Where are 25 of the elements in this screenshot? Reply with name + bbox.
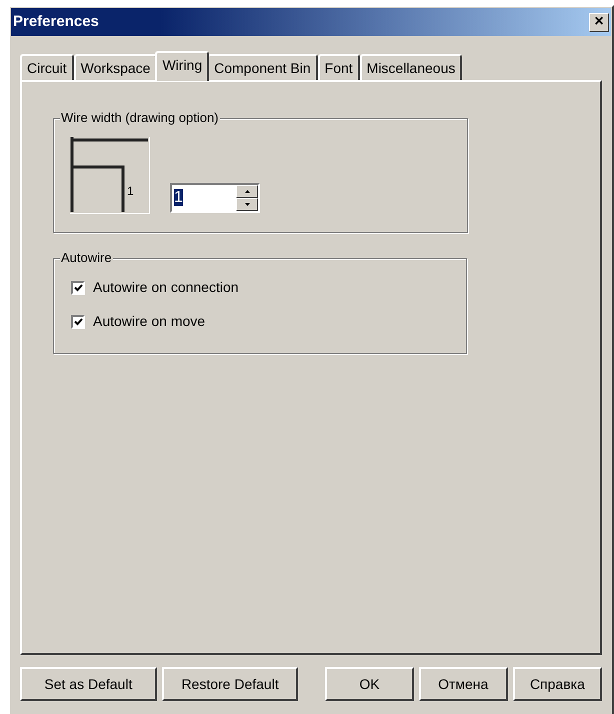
dialog-button[interactable]: OK bbox=[325, 667, 414, 701]
checkbox-label: Autowire on connection bbox=[93, 278, 239, 297]
up-arrow-icon bbox=[244, 190, 250, 192]
dialog-button[interactable]: Restore Default bbox=[162, 667, 298, 701]
tab[interactable]: Component Bin bbox=[207, 54, 318, 80]
spin-down-button[interactable] bbox=[236, 198, 258, 210]
dialog-button[interactable]: Set as Default bbox=[20, 667, 157, 701]
close-button[interactable]: × bbox=[589, 12, 609, 32]
spinbox-value: 1 bbox=[174, 188, 183, 206]
wire-width-spinbox[interactable]: 1 bbox=[170, 182, 260, 212]
down-arrow-icon bbox=[244, 202, 250, 206]
checkbox[interactable] bbox=[71, 280, 85, 294]
dialog-button[interactable]: Отмена bbox=[418, 667, 508, 701]
tab[interactable]: Miscellaneous bbox=[360, 54, 462, 80]
checkbox[interactable] bbox=[71, 314, 85, 328]
wire-preview-drawing: 1 bbox=[70, 137, 150, 214]
checkbox-label: Autowire on move bbox=[93, 312, 206, 331]
group-legend: Wire width (drawing option) bbox=[60, 110, 220, 126]
window-title: Preferences bbox=[13, 12, 99, 32]
spin-up-button[interactable] bbox=[236, 184, 258, 198]
tab[interactable]: Circuit bbox=[20, 54, 74, 80]
tab[interactable]: Wiring bbox=[155, 51, 210, 81]
dialog-button[interactable]: Справка bbox=[512, 667, 602, 701]
tab[interactable]: Font bbox=[318, 54, 360, 80]
tab[interactable]: Workspace bbox=[74, 54, 158, 80]
